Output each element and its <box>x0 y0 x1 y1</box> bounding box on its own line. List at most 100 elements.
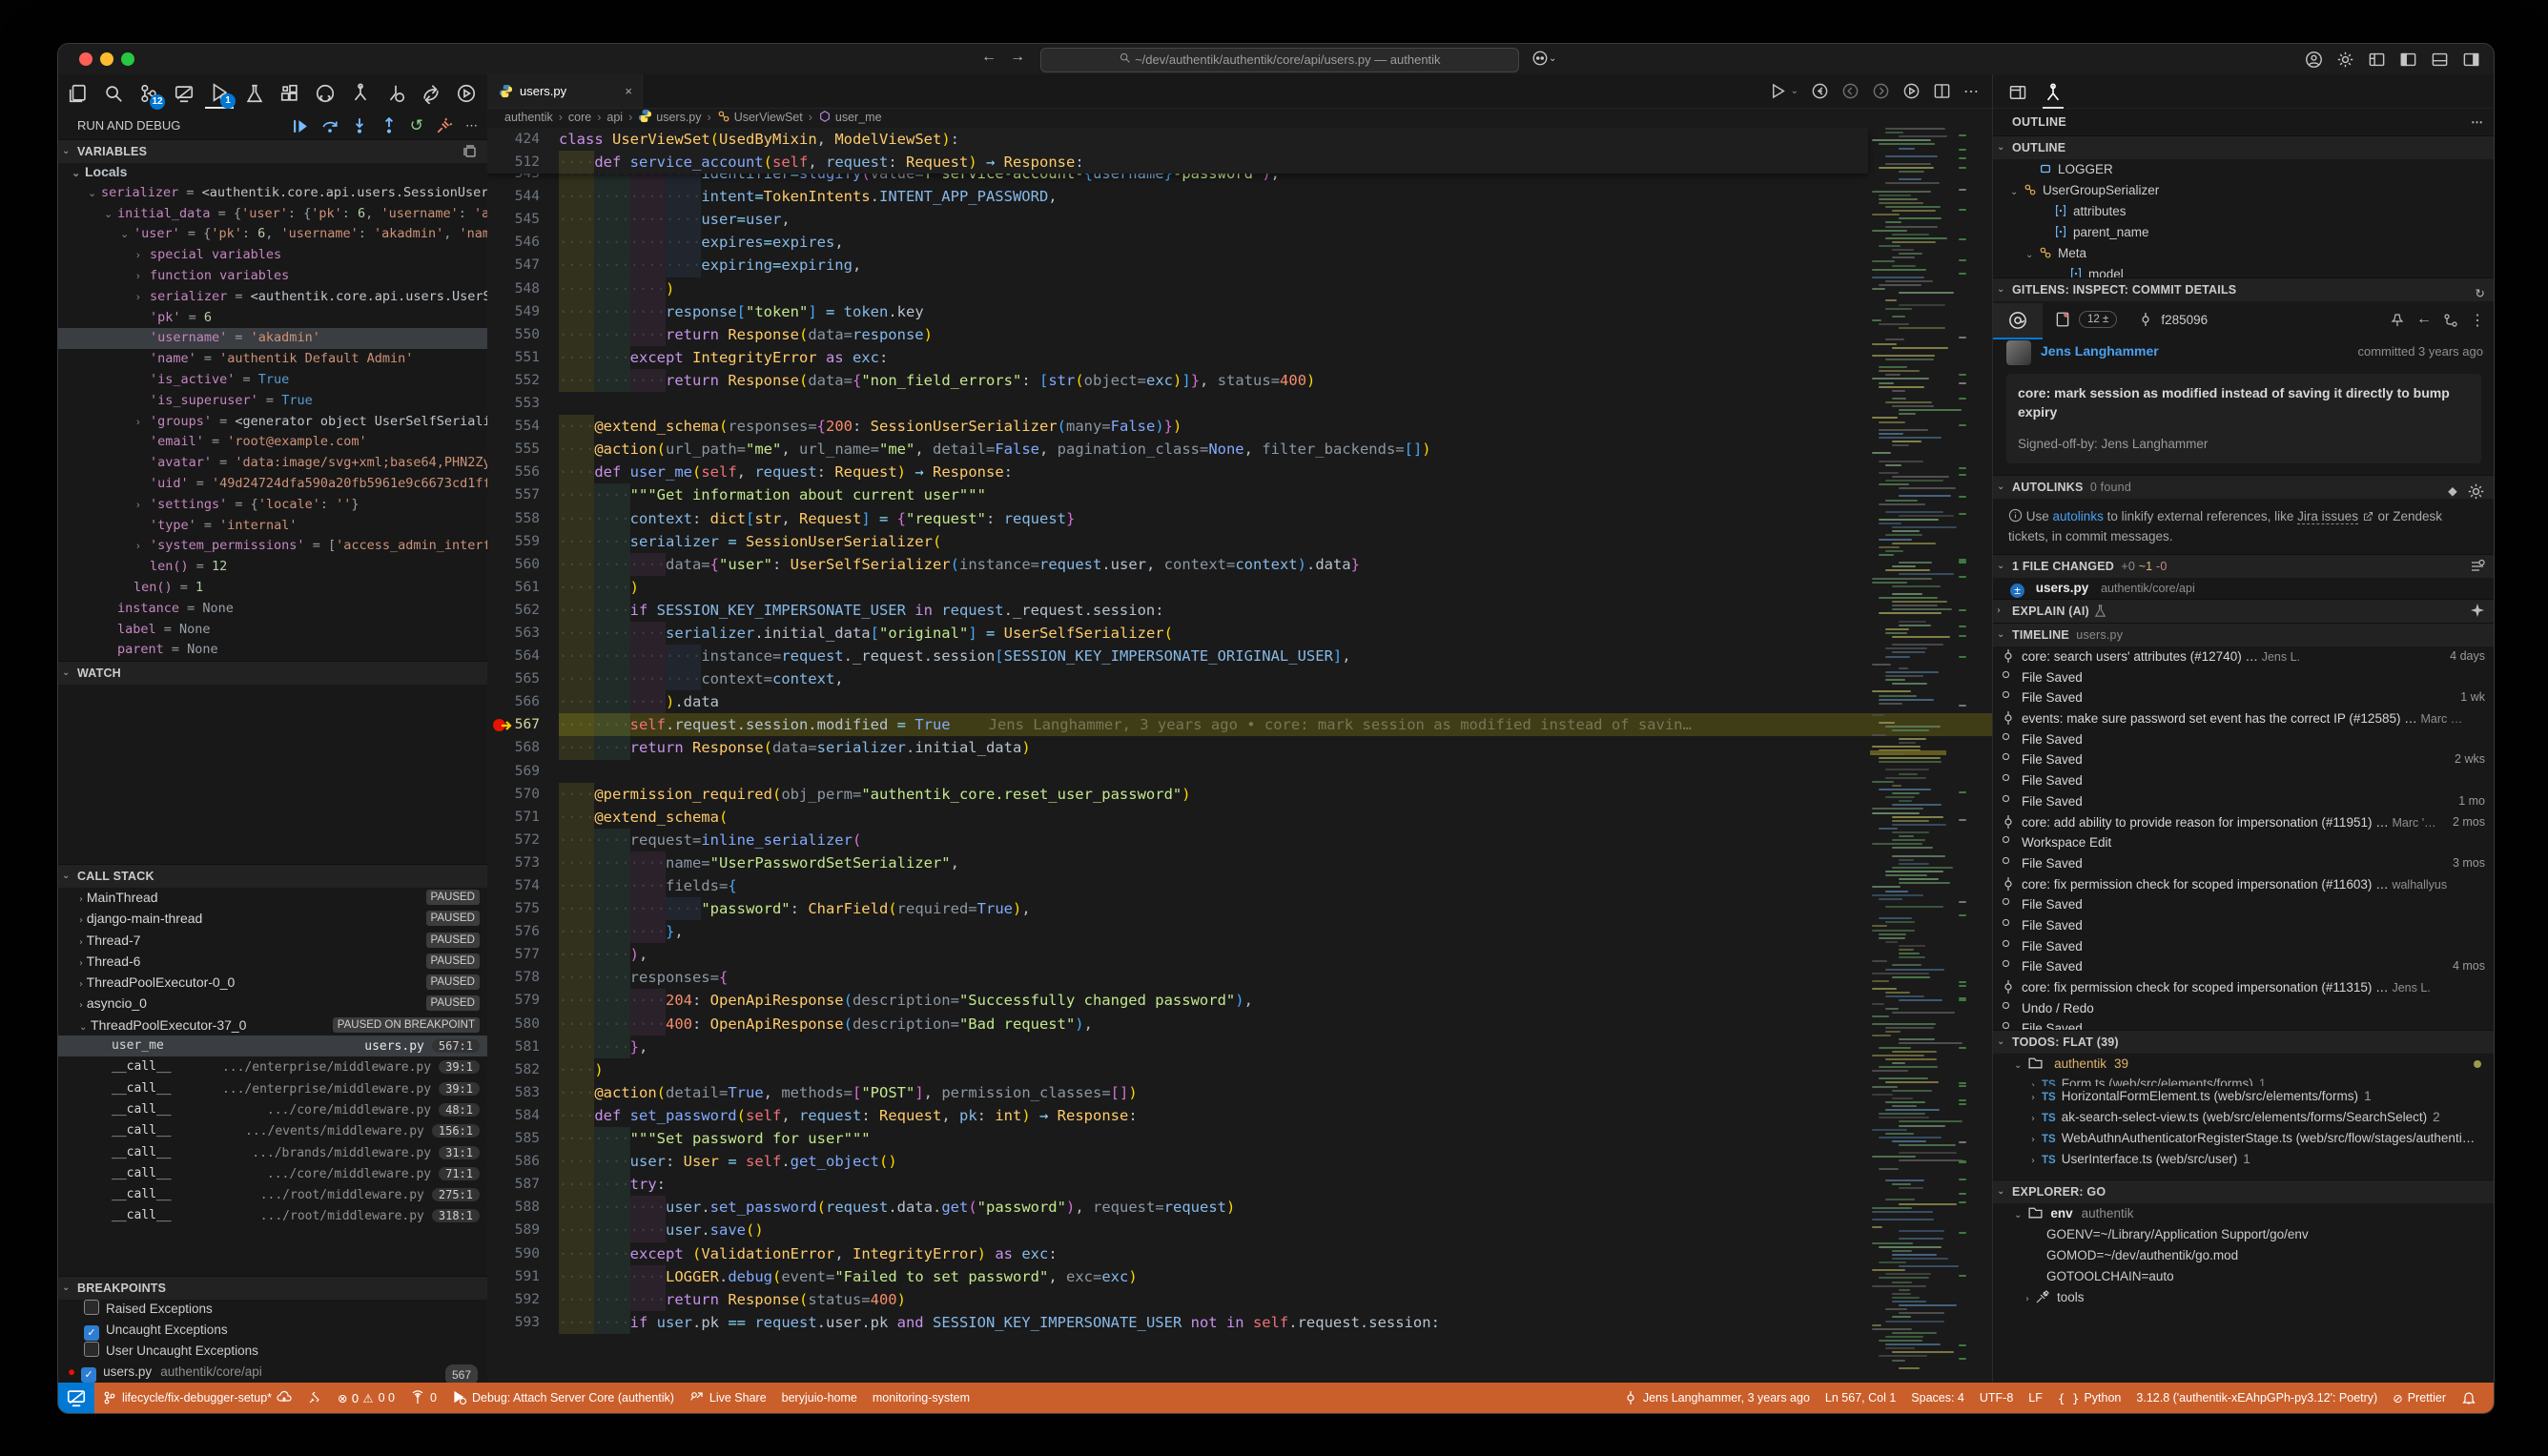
code-line[interactable]: 565················context=context, <box>487 667 1992 690</box>
timeline-item[interactable]: File Saved <box>1993 667 2495 688</box>
timeline-item[interactable]: File Saved <box>1993 894 2495 915</box>
status-item[interactable]: Debug: Attach Server Core (authentik) <box>444 1390 682 1405</box>
debug-file-icon[interactable] <box>1902 82 1921 100</box>
sticky-line[interactable]: 512····def service_account(self, request… <box>487 151 1868 174</box>
code-line[interactable]: 590········except (ValidationError, Inte… <box>487 1242 1992 1265</box>
code-line[interactable]: 574············fields={ <box>487 874 1992 897</box>
breadcrumb-item[interactable]: UserViewSet <box>734 111 803 124</box>
code-line[interactable]: 572········request=inline_serializer( <box>487 829 1992 851</box>
call-stack-frame[interactable]: user_meusers.py567:1 <box>58 1036 487 1056</box>
call-stack-section-header[interactable]: ⌄CALL STACK <box>58 864 487 888</box>
variable-row[interactable]: ›function variables <box>58 266 487 287</box>
code-line[interactable]: 555····@action(url_path="me", url_name="… <box>487 438 1992 461</box>
variable-row[interactable]: ›'groups' = <generator object UserSelfSe… <box>58 412 487 433</box>
call-stack-thread[interactable]: › Thread-7PAUSED <box>58 930 487 951</box>
variable-row[interactable]: 'is_active' = True <box>58 370 487 391</box>
variable-row[interactable]: ›'settings' = {'locale': ''} <box>58 495 487 516</box>
code-line[interactable]: 547················expiring=expiring, <box>487 254 1992 277</box>
code-line[interactable]: 583····@action(detail=True, methods=["PO… <box>487 1081 1992 1104</box>
code-line[interactable]: 589············user.save() <box>487 1219 1992 1241</box>
debug-disconnect-button[interactable] <box>436 117 453 134</box>
customize-layout-icon[interactable] <box>2368 51 2386 69</box>
todo-file-item[interactable]: ›TSWebAuthnAuthenticatorRegisterStage.ts… <box>1993 1128 2495 1149</box>
zoom-window-button[interactable] <box>121 52 134 66</box>
todos-root-row[interactable]: ⌄ authentik39 <box>1993 1054 2495 1075</box>
breadcrumb-item[interactable]: authentik <box>504 111 553 124</box>
debug-step-out-button[interactable] <box>380 117 398 134</box>
breadcrumb-item[interactable]: user_me <box>835 111 882 124</box>
call-stack-thread[interactable]: › django-main-threadPAUSED <box>58 908 487 929</box>
sticky-line[interactable]: 424class UserViewSet(UsedByMixin, ModelV… <box>487 128 1868 151</box>
files-changed-section-header[interactable]: ⌄1 FILE CHANGED +0 ~1 -0 <box>1993 554 2495 578</box>
breadcrumb[interactable]: authentik›core›api›users.py›UserViewSet›… <box>487 108 1992 128</box>
timeline-item[interactable]: core: fix permission check for scoped im… <box>1993 977 2495 998</box>
activity-testing-icon[interactable] <box>240 79 269 108</box>
jira-link[interactable]: Jira issues <box>2297 509 2358 524</box>
code-line[interactable]: 552············return Response(data={"no… <box>487 369 1992 392</box>
activity-explorer-icon[interactable] <box>64 79 92 108</box>
timeline-item[interactable]: Undo / Redo <box>1993 998 2495 1019</box>
code-line[interactable]: 591············LOGGER.debug(event="Faile… <box>487 1265 1992 1288</box>
variable-row[interactable]: ›'system_permissions' = ['access_admin_i… <box>58 536 487 557</box>
variable-row[interactable]: ⌄'user' = {'pk': 6, 'username': 'akadmin… <box>58 224 487 245</box>
status-item[interactable] <box>299 1390 330 1405</box>
next-change-icon[interactable] <box>1872 82 1890 100</box>
code-line[interactable]: 587········try: <box>487 1173 1992 1196</box>
status-item[interactable]: Ln 567, Col 1 <box>1818 1391 1903 1405</box>
breakpoint-row[interactable]: Raised Exceptions <box>58 1299 487 1320</box>
code-line[interactable]: 566············).data <box>487 690 1992 713</box>
minimize-window-button[interactable] <box>100 52 113 66</box>
code-line[interactable]: 575················"password": CharField… <box>487 897 1992 920</box>
toggle-panel-icon[interactable] <box>2431 51 2449 69</box>
code-line[interactable]: 548············) <box>487 277 1992 300</box>
outline-item[interactable]: LOGGER <box>1993 159 2495 180</box>
code-line[interactable]: 579············204: OpenApiResponse(desc… <box>487 989 1992 1012</box>
code-line[interactable]: 586········user: User = self.get_object(… <box>487 1150 1992 1173</box>
variable-row[interactable]: ›special variables <box>58 245 487 266</box>
call-stack-frame[interactable]: __call__.../events/middleware.py156:1 <box>58 1120 487 1141</box>
status-item[interactable]: lifecycle/fix-debugger-setup* <box>94 1390 299 1405</box>
status-item[interactable]: UTF-8 <box>1972 1391 2021 1405</box>
todo-file-item[interactable]: ›TSForm.ts (web/src/elements/forms)1 <box>1993 1075 2495 1086</box>
todo-file-item[interactable]: ›TSak-search-select-view.ts (web/src/ele… <box>1993 1107 2495 1128</box>
code-line[interactable]: 570····@permission_required(obj_perm="au… <box>487 783 1992 806</box>
breadcrumb-item[interactable]: users.py <box>656 111 701 124</box>
kebab-icon[interactable]: ⋮ <box>2470 311 2485 330</box>
code-line[interactable]: 568········return Response(data=serializ… <box>487 736 1992 759</box>
code-line[interactable]: 558········context: dict[str, Request] =… <box>487 507 1992 530</box>
timeline-item[interactable]: File Saved1 wk <box>1993 687 2495 708</box>
activity-liveshare-icon[interactable] <box>417 79 445 108</box>
code-line[interactable]: 582····) <box>487 1058 1992 1081</box>
code-line[interactable]: 576············}, <box>487 920 1992 943</box>
explorer-go-section-header[interactable]: ⌄EXPLORER: GO <box>1993 1179 2495 1203</box>
debug-step-into-button[interactable] <box>351 117 368 134</box>
code-line[interactable]: 569 <box>487 760 1992 783</box>
variable-row[interactable]: len() = 1 <box>58 578 487 599</box>
previous-change-icon[interactable] <box>1841 82 1860 100</box>
status-item[interactable]: Jens Langhammer, 3 years ago <box>1615 1390 1818 1405</box>
activity-gitlens-inspect-icon[interactable] <box>381 79 410 108</box>
code-line[interactable]: 571····@extend_schema( <box>487 806 1992 829</box>
annotations-icon[interactable] <box>2470 559 2485 574</box>
code-line[interactable]: 553 <box>487 392 1992 415</box>
status-item[interactable]: Live Share <box>682 1390 774 1405</box>
variable-row[interactable]: 'pk' = 6 <box>58 308 487 329</box>
code-line-current[interactable]: 567········self.request.session.modified… <box>487 713 1992 736</box>
code-line[interactable]: 556····def user_me(self, request: Reques… <box>487 461 1992 483</box>
outline-item[interactable]: attributes <box>1993 201 2495 222</box>
code-area[interactable]: 541················response["group_pk"] … <box>487 128 1992 1383</box>
debug-step-over-button[interactable] <box>321 117 339 134</box>
copilot-menu[interactable]: ⌄ <box>1531 50 1556 70</box>
variable-row[interactable]: instance = None <box>58 599 487 620</box>
timeline-item[interactable]: core: fix permission check for scoped im… <box>1993 874 2495 895</box>
status-item[interactable]: monitoring-system <box>865 1391 977 1405</box>
timeline-item[interactable]: events: make sure password set event has… <box>1993 708 2495 729</box>
breakpoint-row[interactable]: ✓Uncaught Exceptions <box>58 1320 487 1341</box>
variable-row[interactable]: ⌄initial_data = {'user': {'pk': 6, 'user… <box>58 204 487 225</box>
call-stack-frame[interactable]: __call__.../core/middleware.py48:1 <box>58 1099 487 1120</box>
toggle-sidebar-icon[interactable] <box>2399 51 2417 69</box>
code-line[interactable]: 560············data={"user": UserSelfSer… <box>487 553 1992 576</box>
variable-row[interactable]: ⌄Locals <box>58 162 487 183</box>
status-item[interactable]: beryjuio-home <box>774 1391 865 1405</box>
code-line[interactable]: 557········"""Get information about curr… <box>487 483 1992 506</box>
